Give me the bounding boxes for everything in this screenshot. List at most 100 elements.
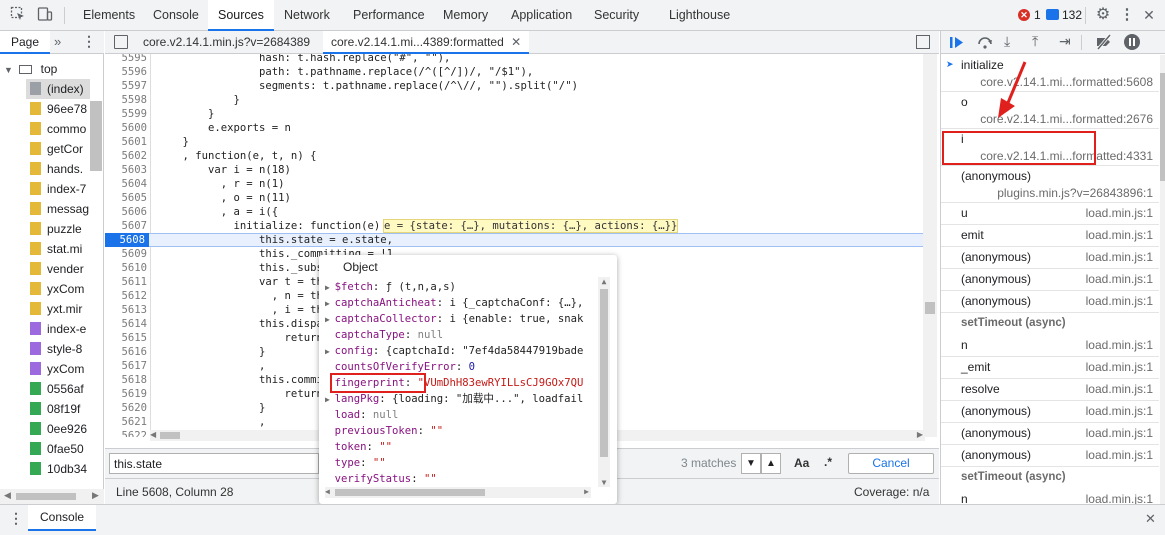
- call-frame[interactable]: (anonymous) load.min.js:1: [941, 401, 1159, 423]
- tab-security[interactable]: Security: [584, 0, 649, 31]
- call-frame[interactable]: resolve load.min.js:1: [941, 379, 1159, 401]
- frame-location[interactable]: load.min.js:1: [1086, 272, 1153, 286]
- gear-icon[interactable]: ⚙: [1094, 6, 1112, 24]
- toggle-navigator-icon[interactable]: [114, 35, 128, 49]
- frame-location[interactable]: load.min.js:1: [1086, 206, 1153, 220]
- file-item[interactable]: style-8: [30, 339, 90, 359]
- expand-arrow-icon[interactable]: ▶: [325, 299, 335, 308]
- line-number[interactable]: 5615: [105, 331, 147, 345]
- line-number[interactable]: 5596: [105, 65, 147, 79]
- file-item[interactable]: index-7: [30, 179, 90, 199]
- tab-memory[interactable]: Memory: [433, 0, 498, 31]
- tab-page[interactable]: Page: [0, 31, 51, 54]
- resume-icon[interactable]: [949, 35, 965, 50]
- line-number[interactable]: 5617: [105, 359, 147, 373]
- error-count[interactable]: 1: [1034, 8, 1041, 22]
- editor-tab-minified[interactable]: core.v2.14.1.min.js?v=2684389: [135, 31, 318, 54]
- file-item[interactable]: (index): [26, 79, 90, 99]
- line-number[interactable]: 5610: [105, 261, 147, 275]
- line-number[interactable]: 5598: [105, 93, 147, 107]
- tab-performance[interactable]: Performance: [343, 0, 435, 31]
- line-number[interactable]: 5612: [105, 289, 147, 303]
- frame-location[interactable]: plugins.min.js?v=26843896:1: [997, 186, 1153, 200]
- file-item[interactable]: hands.: [30, 159, 90, 179]
- close-tab-icon[interactable]: ✕: [511, 35, 521, 49]
- object-property[interactable]: ▶ $fetch: ƒ (t,n,a,s): [325, 279, 456, 295]
- step-into-icon[interactable]: ⤓: [1004, 33, 1010, 50]
- expand-arrow-icon[interactable]: ▶: [325, 283, 335, 292]
- cancel-button[interactable]: Cancel: [848, 453, 934, 474]
- call-frame[interactable]: (anonymous) load.min.js:1: [941, 291, 1159, 313]
- step-over-icon[interactable]: [977, 34, 993, 50]
- call-frame[interactable]: (anonymous) plugins.min.js?v=26843896:1: [941, 166, 1159, 203]
- device-toolbar-icon[interactable]: [36, 6, 54, 24]
- more-icon[interactable]: ⋮: [82, 33, 96, 50]
- more-tabs-icon[interactable]: »: [54, 34, 61, 49]
- line-number[interactable]: 5614: [105, 317, 147, 331]
- call-frame[interactable]: n load.min.js:1: [941, 335, 1159, 357]
- line-number[interactable]: 5599: [105, 107, 147, 121]
- file-item[interactable]: 0ee926: [30, 419, 90, 439]
- call-frame[interactable]: (anonymous) load.min.js:1: [941, 247, 1159, 269]
- line-number[interactable]: 5603: [105, 163, 147, 177]
- call-frame[interactable]: emit load.min.js:1: [941, 225, 1159, 247]
- line-number[interactable]: 5597: [105, 79, 147, 93]
- navigator-scrollbar-thumb[interactable]: [90, 101, 102, 171]
- deactivate-breakpoints-icon[interactable]: [1095, 34, 1113, 50]
- match-case-button[interactable]: Aa: [794, 456, 809, 470]
- step-icon[interactable]: ⇥: [1059, 33, 1071, 50]
- line-number[interactable]: 5607: [105, 219, 147, 233]
- call-frame[interactable]: (anonymous) load.min.js:1: [941, 445, 1159, 467]
- expand-arrow-icon[interactable]: ▶: [325, 347, 335, 356]
- regex-button[interactable]: .*: [824, 455, 832, 469]
- file-item[interactable]: puzzle: [30, 219, 90, 239]
- object-property[interactable]: ▶ config: {captchaId: "7ef4da58447919bad…: [325, 343, 583, 359]
- call-frame[interactable]: u load.min.js:1: [941, 203, 1159, 225]
- chevron-up-icon[interactable]: ▲: [761, 453, 781, 474]
- popover-vscrollbar[interactable]: ▲ ▼: [598, 277, 610, 487]
- file-item[interactable]: 08f19f: [30, 399, 90, 419]
- more-icon[interactable]: ⋮: [1118, 6, 1136, 24]
- call-frame[interactable]: ➤ initialize core.v2.14.1.mi...formatted:5…: [941, 55, 1159, 92]
- frame-location[interactable]: load.min.js:1: [1086, 360, 1153, 374]
- line-number[interactable]: 5600: [105, 121, 147, 135]
- call-frame[interactable]: _emit load.min.js:1: [941, 357, 1159, 379]
- call-frame[interactable]: o core.v2.14.1.mi...formatted:2676: [941, 92, 1159, 129]
- frame-location[interactable]: load.min.js:1: [1086, 228, 1153, 242]
- frame-location[interactable]: load.min.js:1: [1086, 294, 1153, 308]
- tab-lighthouse[interactable]: Lighthouse: [659, 0, 740, 31]
- step-out-icon[interactable]: ⤒: [1032, 33, 1038, 50]
- object-property[interactable]: ▶ captchaCollector: i {enable: true, sna…: [325, 311, 583, 327]
- object-property[interactable]: ▶ langPkg: {loading: "加载中...", loadfail: [325, 391, 583, 407]
- close-icon[interactable]: ✕: [1140, 6, 1158, 24]
- editor-vscrollbar[interactable]: [923, 54, 937, 437]
- file-item[interactable]: 96ee78: [30, 99, 90, 119]
- line-number[interactable]: 5601: [105, 135, 147, 149]
- file-item[interactable]: stat.mi: [30, 239, 90, 259]
- tab-sources[interactable]: Sources: [208, 0, 274, 31]
- object-property[interactable]: ▶ captchaAnticheat: i {_captchaConf: {…}…: [325, 295, 583, 311]
- message-count[interactable]: 132: [1062, 8, 1082, 22]
- frame-location[interactable]: load.min.js:1: [1086, 426, 1153, 440]
- expand-arrow-icon[interactable]: ▶: [325, 315, 335, 324]
- frame-location[interactable]: load.min.js:1: [1086, 404, 1153, 418]
- line-number[interactable]: 5621: [105, 415, 147, 429]
- frame-location[interactable]: load.min.js:1: [1086, 382, 1153, 396]
- frame-location[interactable]: load.min.js:1: [1086, 338, 1153, 352]
- file-item[interactable]: 0556af: [30, 379, 90, 399]
- tab-console[interactable]: Console: [143, 0, 209, 31]
- call-frame[interactable]: (anonymous) load.min.js:1: [941, 269, 1159, 291]
- call-frame[interactable]: (anonymous) load.min.js:1: [941, 423, 1159, 445]
- more-icon[interactable]: ⋮: [9, 510, 23, 527]
- file-item[interactable]: 0fae50: [30, 439, 90, 459]
- tree-root-top[interactable]: ▼ top: [4, 59, 94, 79]
- line-number[interactable]: 5618: [105, 373, 147, 387]
- line-number[interactable]: 5595: [105, 54, 147, 65]
- line-number[interactable]: 5616: [105, 345, 147, 359]
- tab-elements[interactable]: Elements: [73, 0, 145, 31]
- frame-location[interactable]: load.min.js:1: [1086, 250, 1153, 264]
- line-number[interactable]: 5622: [105, 429, 147, 437]
- popover-hscrollbar[interactable]: ◀ ▶: [325, 487, 591, 498]
- error-icon[interactable]: ✕: [1018, 9, 1030, 21]
- navigator-hscrollbar[interactable]: ◀ ▶: [0, 489, 104, 504]
